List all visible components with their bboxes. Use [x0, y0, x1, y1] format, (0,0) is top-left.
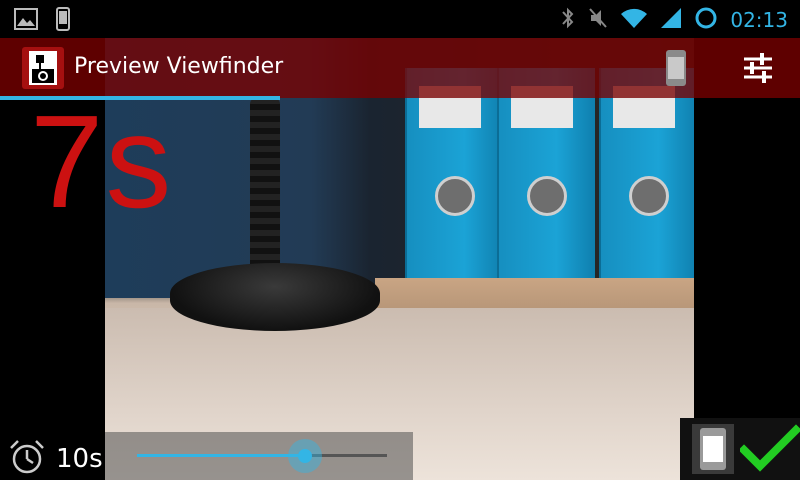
gallery-icon: [14, 8, 38, 34]
timer-slider-fill: [137, 454, 305, 457]
sync-icon: [694, 6, 718, 34]
wifi-icon: [620, 7, 648, 33]
watch-button[interactable]: [656, 48, 696, 88]
settings-sliders-icon: [738, 53, 778, 92]
signal-icon: [660, 7, 682, 33]
preview-lamp-base: [170, 263, 380, 331]
timer-slider-panel: [105, 432, 413, 480]
watch-icon: [656, 50, 696, 92]
timer-value: 10s: [56, 444, 103, 474]
settings-button[interactable]: [738, 48, 778, 88]
timer-slider[interactable]: [137, 439, 387, 473]
countdown-text: 7s: [30, 88, 174, 235]
app-title: Preview Viewfinder: [74, 54, 284, 79]
confirm-button[interactable]: [738, 424, 800, 474]
timer-group: 10s: [8, 438, 103, 480]
alarm-clock-icon: [8, 438, 46, 480]
preview-binder: [497, 68, 595, 298]
checkmark-icon: [738, 424, 800, 478]
status-bar: 02:13: [0, 0, 800, 38]
preview-binder: [599, 68, 694, 298]
preview-binder: [405, 68, 503, 298]
watch-button-bottom[interactable]: [692, 424, 734, 474]
watch-icon: [692, 428, 734, 478]
clock: 02:13: [730, 8, 788, 32]
phone-icon: [56, 7, 70, 35]
camera-preview[interactable]: [105, 38, 694, 480]
muted-icon: [588, 6, 608, 34]
timer-slider-thumb[interactable]: [287, 439, 322, 473]
preview-lamp-neck: [250, 98, 280, 273]
bluetooth-icon: [560, 6, 576, 34]
bottom-actions: [680, 418, 800, 480]
